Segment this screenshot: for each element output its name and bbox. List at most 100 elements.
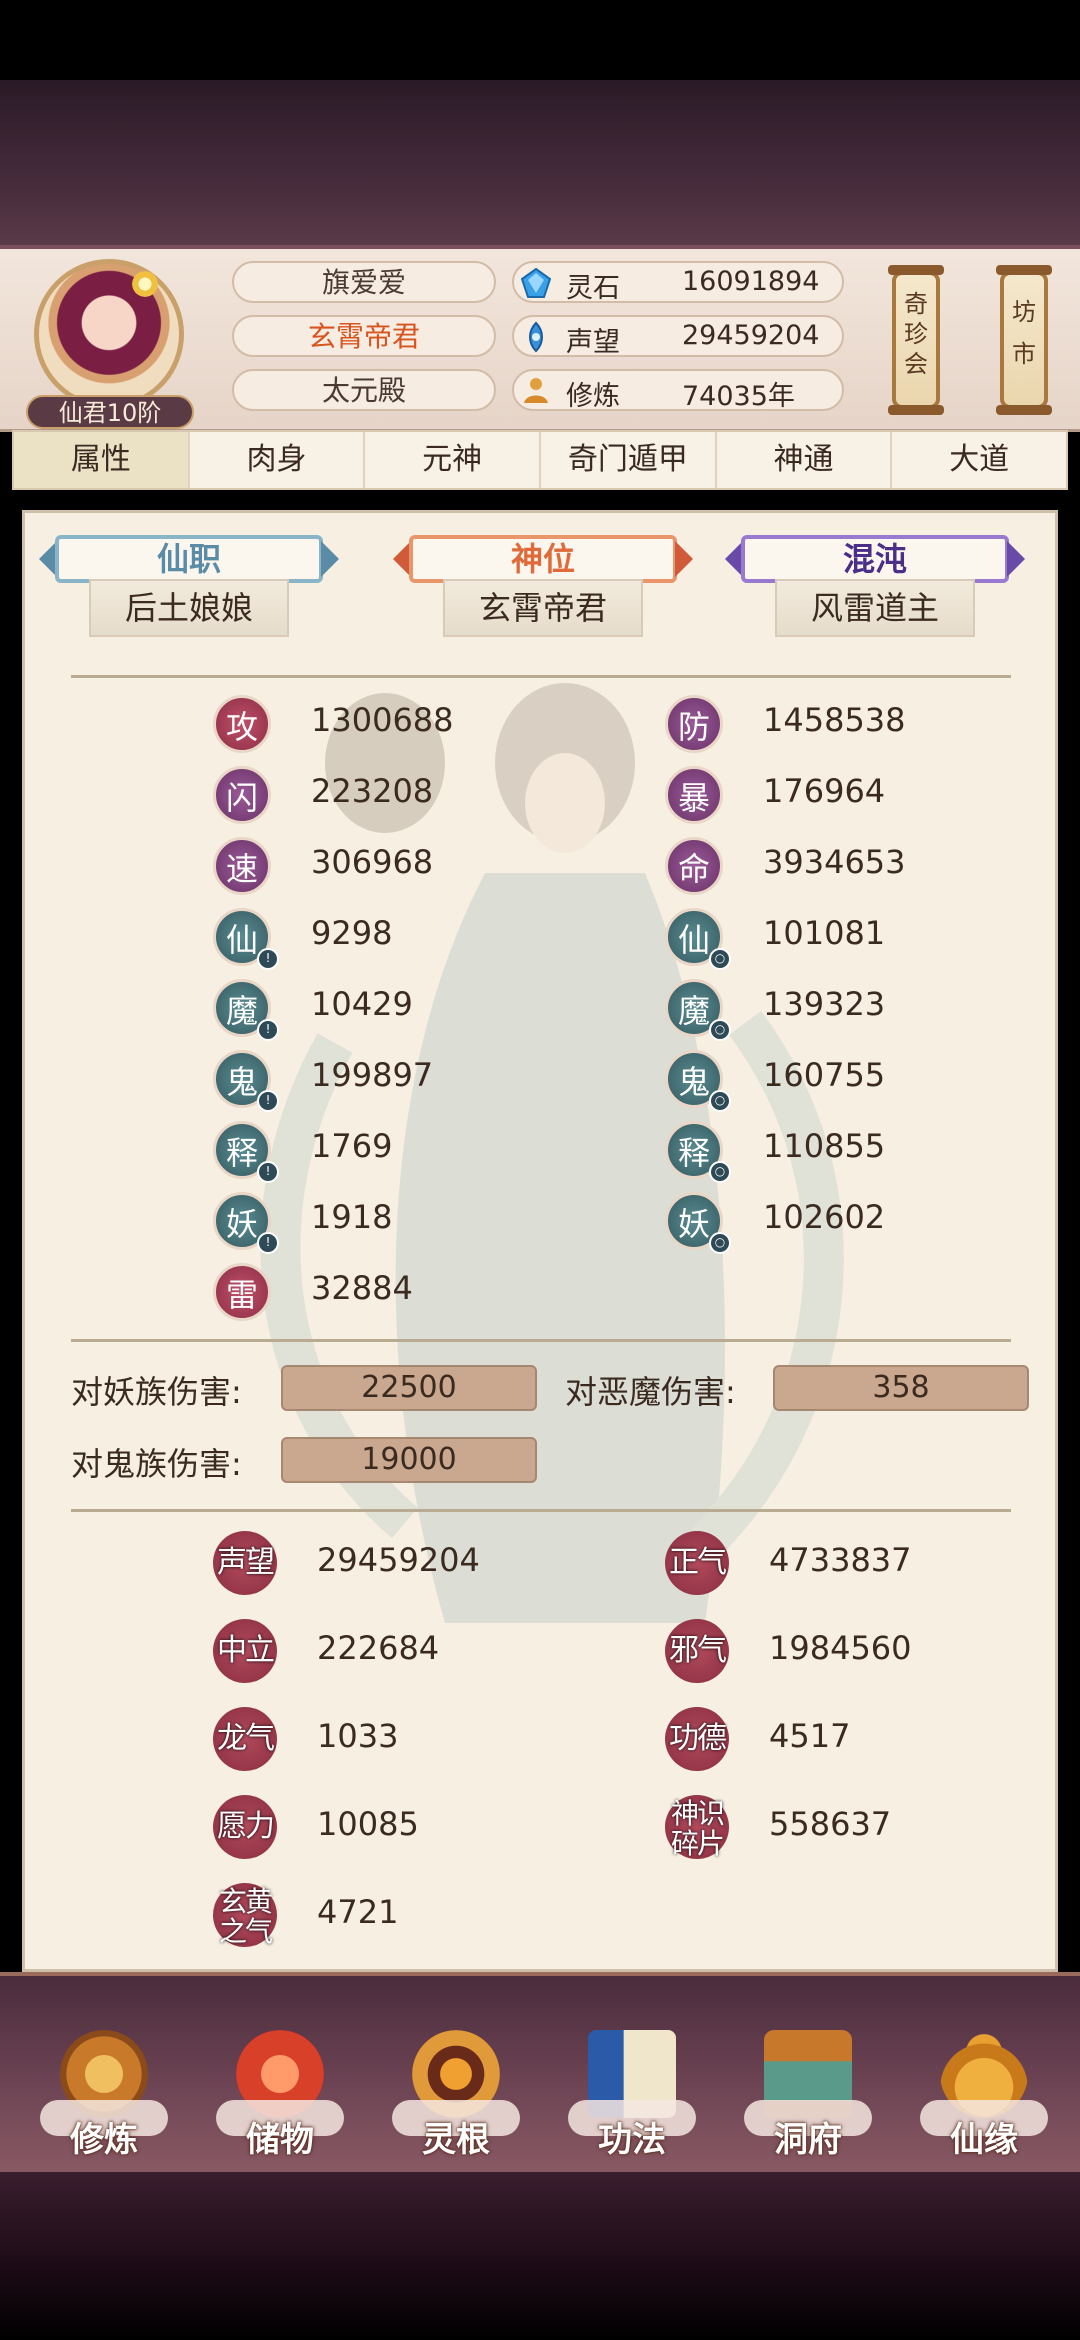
- misc-label: 中立: [217, 1633, 275, 1668]
- misc-value: 558637: [769, 1805, 892, 1843]
- misc-label: 玄黄 之气: [218, 1885, 273, 1948]
- misc-badge: 玄黄 之气: [213, 1883, 277, 1947]
- nav-storage[interactable]: 储物: [210, 2030, 350, 2170]
- damage-label: 对妖族伤害:: [71, 1373, 242, 1411]
- damage-label: 对鬼族伤害:: [71, 1445, 242, 1483]
- misc-label: 声望: [217, 1545, 275, 1580]
- stat-life: 命 3934653: [665, 837, 1025, 895]
- info-marker-icon: !: [257, 1232, 279, 1254]
- resource-cultivation: 修炼 74035年: [512, 369, 844, 412]
- stat-ghost-attack[interactable]: 鬼 ! 199897: [213, 1050, 573, 1112]
- misc-badge: 邪气: [665, 1619, 729, 1683]
- avatar[interactable]: [34, 259, 184, 409]
- stat-glyph: 速: [213, 837, 271, 895]
- misc-value: 29459204: [317, 1541, 480, 1579]
- shield-marker-icon: ○: [709, 1232, 731, 1254]
- stat-defense: 防 1458538: [665, 695, 1025, 753]
- tab-dao[interactable]: 大道: [892, 432, 1066, 488]
- misc-badge: 愿力: [213, 1795, 277, 1859]
- info-marker-icon: !: [257, 1090, 279, 1112]
- divider: [71, 675, 1011, 678]
- tab-divine-skills[interactable]: 神通: [717, 432, 893, 488]
- stat-monster-defense[interactable]: 妖 ○ 102602: [665, 1192, 1025, 1254]
- misc-evil-qi: 邪气 1984560: [665, 1615, 1055, 1685]
- tab-body[interactable]: 肉身: [190, 432, 366, 488]
- stat-critical: 暴 176964: [665, 766, 1025, 824]
- cultivation-icon: [524, 378, 548, 403]
- nav-label: 灵根: [422, 2120, 490, 2160]
- stat-buddhist-defense[interactable]: 释 ○ 110855: [665, 1121, 1025, 1183]
- resource-reputation: 声望 29459204: [512, 315, 844, 358]
- nav-fate[interactable]: 仙缘: [914, 2030, 1054, 2170]
- nav-skills[interactable]: 功法: [562, 2030, 702, 2170]
- arrow-right-icon: [1007, 541, 1025, 577]
- misc-badge: 正气: [665, 1531, 729, 1595]
- damage-label: 对恶魔伤害:: [565, 1373, 736, 1411]
- misc-badge: 功德: [665, 1707, 729, 1771]
- stat-value: 199897: [311, 1056, 434, 1094]
- misc-wish-power: 愿力 10085: [213, 1791, 633, 1861]
- info-marker-icon: !: [257, 948, 279, 970]
- avatar-container[interactable]: 仙君10阶: [26, 259, 194, 429]
- nav-cultivate[interactable]: 修炼: [34, 2030, 174, 2170]
- stat-value: 1918: [311, 1198, 393, 1236]
- title-value: 风雷道主: [775, 579, 975, 637]
- resource-label: 修炼: [566, 381, 620, 412]
- misc-label: 邪气: [669, 1633, 727, 1668]
- stat-value: 101081: [763, 914, 886, 952]
- stat-value: 306968: [311, 843, 434, 881]
- misc-merit: 功德 4517: [665, 1703, 1055, 1773]
- stat-glyph: 雷: [213, 1263, 271, 1321]
- misc-label: 龙气: [217, 1721, 275, 1756]
- stat-demon-attack[interactable]: 魔 ! 10429: [213, 979, 573, 1041]
- misc-value: 1033: [317, 1717, 399, 1755]
- tab-spirit[interactable]: 元神: [365, 432, 542, 488]
- title-value: 玄霄帝君: [443, 579, 643, 637]
- resource-value: 16091894: [682, 266, 820, 297]
- misc-label: 神识 碎片: [670, 1797, 725, 1860]
- stat-immortal-defense[interactable]: 仙 ○ 101081: [665, 908, 1025, 970]
- info-marker-icon: !: [257, 1019, 279, 1041]
- damage-value: 19000: [281, 1437, 537, 1483]
- misc-label: 正气: [669, 1545, 727, 1580]
- stat-value: 160755: [763, 1056, 886, 1094]
- stat-monster-attack[interactable]: 妖 ! 1918: [213, 1192, 573, 1254]
- shield-marker-icon: ○: [709, 948, 731, 970]
- treasure-fair-button[interactable]: 奇珍会: [888, 265, 944, 415]
- resource-label: 声望: [566, 327, 620, 358]
- character-header: 仙君10阶 旗爱爱 玄霄帝君 太元殿 灵石 16091894 声望 294592…: [0, 245, 1080, 432]
- stat-attack: 攻 1300688: [213, 695, 573, 753]
- shield-marker-icon: ○: [709, 1019, 731, 1041]
- nav-label: 洞府: [774, 2120, 842, 2160]
- rank-badge: 仙君10阶: [26, 395, 194, 429]
- misc-dragon-qi: 龙气 1033: [213, 1703, 633, 1773]
- nav-label: 仙缘: [950, 2120, 1018, 2160]
- misc-label: 愿力: [217, 1809, 275, 1844]
- tab-attributes[interactable]: 属性: [14, 432, 190, 488]
- stat-ghost-defense[interactable]: 鬼 ○ 160755: [665, 1050, 1025, 1112]
- damage-value: 358: [773, 1365, 1029, 1411]
- stat-buddhist-attack[interactable]: 释 ! 1769: [213, 1121, 573, 1183]
- misc-badge: 神识 碎片: [665, 1795, 729, 1859]
- stat-value: 1300688: [311, 701, 454, 739]
- nav-cave[interactable]: 洞府: [738, 2030, 878, 2170]
- top-banner: [0, 80, 1080, 245]
- stat-value: 32884: [311, 1269, 413, 1307]
- arrow-right-icon: [675, 541, 693, 577]
- stat-immortal-attack[interactable]: 仙 ! 9298: [213, 908, 573, 970]
- nav-spirit-root[interactable]: 灵根: [386, 2030, 526, 2170]
- screen: 仙君10阶 旗爱爱 玄霄帝君 太元殿 灵石 16091894 声望 294592…: [0, 0, 1080, 2340]
- tab-qimen[interactable]: 奇门遁甲: [541, 432, 717, 488]
- arrow-right-icon: [321, 541, 339, 577]
- stat-value: 223208: [311, 772, 434, 810]
- player-palace: 太元殿: [232, 369, 496, 411]
- stat-speed: 速 306968: [213, 837, 573, 895]
- stat-demon-defense[interactable]: 魔 ○ 139323: [665, 979, 1025, 1041]
- misc-xuanhuang-qi: 玄黄 之气 4721: [213, 1879, 633, 1949]
- bottom-frame: [0, 2172, 1080, 2340]
- title-heading: 混沌: [741, 535, 1009, 583]
- stat-value: 139323: [763, 985, 886, 1023]
- misc-soul-fragments: 神识 碎片 558637: [665, 1791, 1055, 1861]
- market-button[interactable]: 坊市: [996, 265, 1052, 415]
- misc-neutral: 中立 222684: [213, 1615, 633, 1685]
